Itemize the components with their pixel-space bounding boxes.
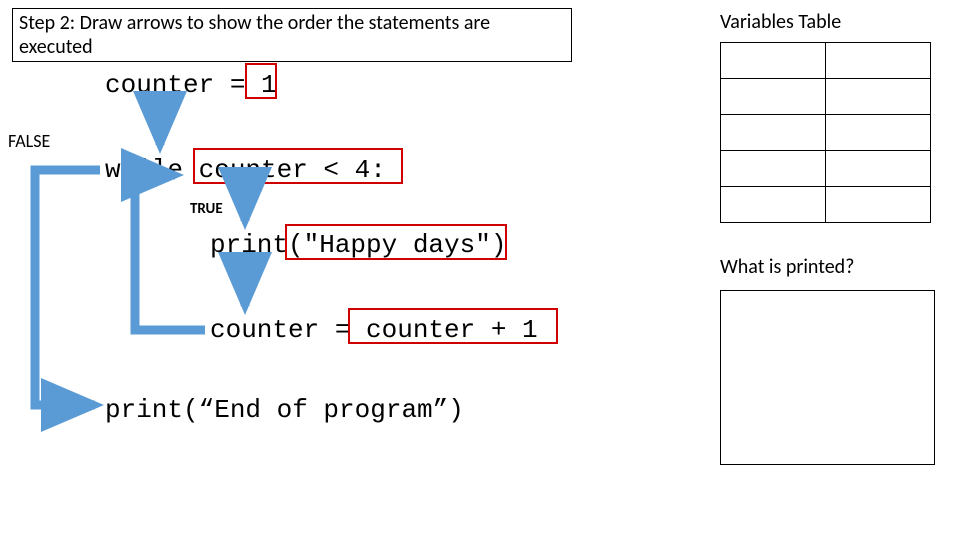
table-row	[721, 187, 931, 223]
diagram-stage: Step 2: Draw arrows to show the order th…	[0, 0, 960, 540]
table-row	[721, 151, 931, 187]
variables-table	[720, 42, 931, 223]
redbox-print-arg	[285, 224, 507, 260]
label-true: TRUE	[190, 200, 223, 218]
table-row	[721, 43, 931, 79]
redbox-while-condition	[193, 148, 403, 184]
arrow-increment-to-while	[135, 175, 205, 330]
step-title-box: Step 2: Draw arrows to show the order th…	[12, 8, 572, 62]
table-row	[721, 115, 931, 151]
step-title-text: Step 2: Draw arrows to show the order th…	[19, 11, 490, 59]
arrow-false-to-end	[35, 170, 100, 405]
table-row	[721, 79, 931, 115]
label-false: FALSE	[8, 130, 50, 152]
redbox-initial-value	[245, 63, 277, 99]
redbox-increment-expr	[348, 308, 558, 344]
variables-table-title: Variables Table	[720, 10, 841, 34]
code-line-5: print(“End of program”)	[105, 395, 464, 425]
printed-output-box	[720, 290, 935, 465]
printed-title: What is printed?	[720, 255, 854, 279]
